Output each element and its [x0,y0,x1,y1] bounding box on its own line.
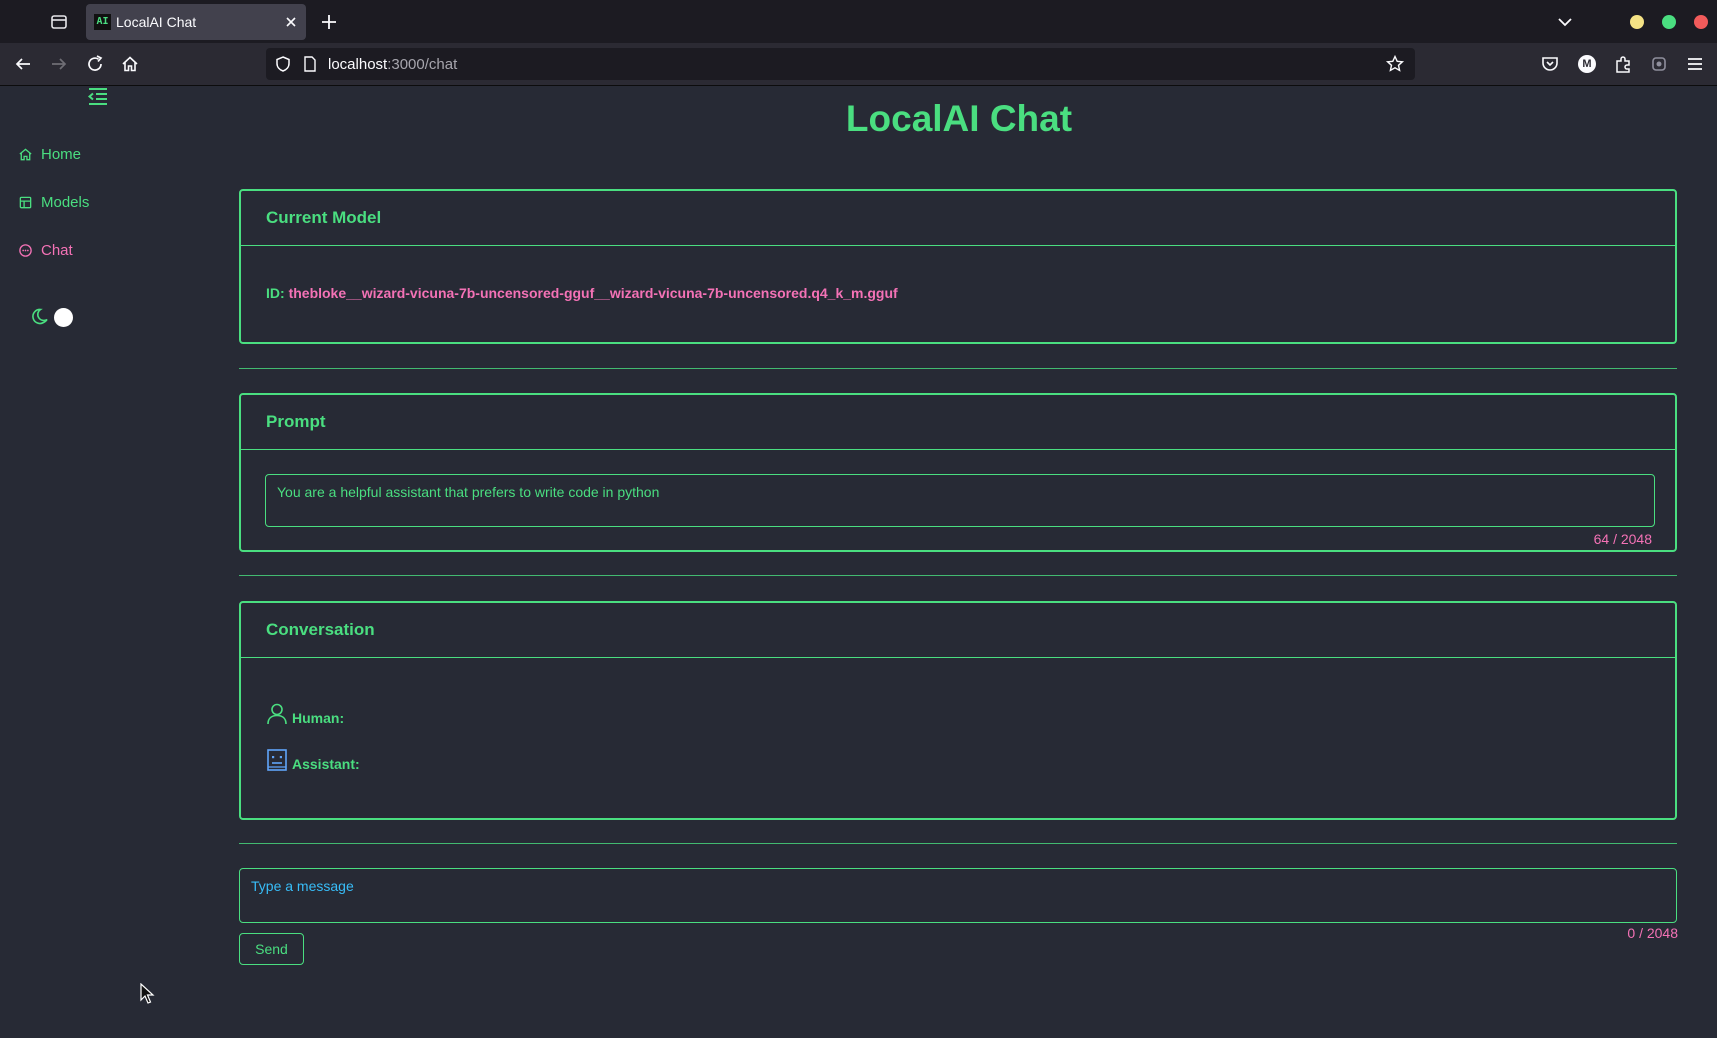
sidebar-item-label: Models [41,193,90,211]
tab-title: LocalAI Chat [116,14,197,30]
reload-icon[interactable] [84,53,106,75]
theme-toggle[interactable] [30,307,73,327]
url-host: localhost [328,56,388,73]
current-model-card: Current Model ID: thebloke__wizard-vicun… [239,189,1677,344]
maximize-window-button[interactable] [1662,15,1676,29]
prompt-header: Prompt [241,395,1675,450]
user-icon [267,703,287,725]
sidebar-item-models[interactable]: Models [18,191,89,213]
current-model-header: Current Model [241,191,1675,246]
account-avatar[interactable]: M [1578,55,1596,73]
section-divider [239,843,1677,844]
prompt-char-count: 64 / 2048 [1593,531,1652,547]
toggle-knob[interactable] [54,307,73,327]
model-id-value: thebloke__wizard-vicuna-7b-uncensored-gg… [288,285,898,301]
home-icon [19,147,32,160]
message-input[interactable]: Type a message [239,868,1677,923]
browser-tabbar: AI LocalAI Chat [0,0,1717,43]
close-tab-icon[interactable] [282,13,300,31]
assistant-label: Assistant: [292,756,360,772]
human-message-row: Human: [266,702,344,726]
extensions-icon[interactable] [1612,53,1634,75]
sidebar-item-home[interactable]: Home [18,143,81,165]
mouse-pointer-icon [140,983,155,1004]
browser-navbar: localhost:3000/chat M [0,43,1717,86]
url-text[interactable]: localhost:3000/chat [328,56,457,73]
home-icon[interactable] [119,53,141,75]
close-window-button[interactable] [1694,15,1708,29]
section-divider [239,575,1677,576]
human-label: Human: [292,710,345,726]
section-divider [239,368,1677,369]
robot-icon [267,749,287,771]
prompt-card: Prompt You are a helpful assistant that … [239,393,1677,552]
address-bar[interactable]: localhost:3000/chat [266,48,1415,80]
models-icon [19,196,32,208]
sidebar-item-chat[interactable]: Chat [18,239,73,261]
sidebar-item-label: Chat [41,241,73,259]
new-tab-icon[interactable] [318,11,340,33]
conversation-card: Conversation Human: Assistant: [239,601,1677,820]
back-icon[interactable] [12,53,34,75]
moon-icon [32,308,48,325]
message-char-count: 0 / 2048 [1627,925,1678,941]
sidebar-item-label: Home [41,145,82,163]
extension-puzzle-icon[interactable] [1648,53,1670,75]
collapse-sidebar-icon[interactable] [86,86,110,108]
tab-favicon-icon: AI [94,14,111,30]
model-id: ID: thebloke__wizard-vicuna-7b-uncensore… [266,285,898,301]
prompt-textarea[interactable]: You are a helpful assistant that prefers… [265,474,1655,527]
browser-tab[interactable]: AI LocalAI Chat [86,4,306,40]
hamburger-menu-icon[interactable] [1684,53,1706,75]
bookmark-star-icon[interactable] [1385,54,1405,74]
minimize-window-button[interactable] [1630,15,1644,29]
firefox-view-icon[interactable] [46,11,72,33]
page-title: LocalAI Chat [845,98,1073,139]
tracking-protection-shield-icon[interactable] [274,55,292,73]
assistant-message-row: Assistant: [266,748,360,772]
page-info-icon[interactable] [302,55,318,73]
url-path: :3000/chat [387,56,458,73]
model-id-label: ID: [266,285,285,301]
conversation-header: Conversation [241,603,1675,658]
app-sidebar: Home Models Chat [0,86,215,1038]
send-button[interactable]: Send [239,933,304,965]
chevron-down-icon[interactable] [1554,12,1576,32]
forward-icon[interactable] [48,53,70,75]
pocket-icon[interactable] [1539,53,1561,75]
chat-icon [19,243,32,257]
